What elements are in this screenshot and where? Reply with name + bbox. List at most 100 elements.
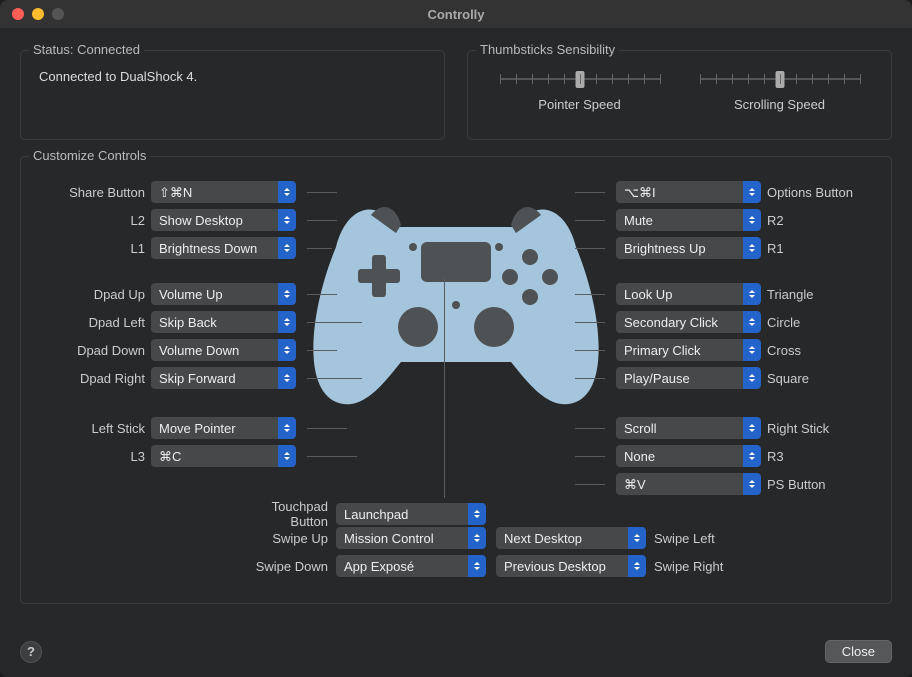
pointer-speed-slider[interactable] (500, 69, 660, 89)
chevron-up-down-icon (278, 181, 296, 203)
left-l3-value: ⌘C (159, 450, 181, 463)
left-dpad-up-dropdown[interactable]: Volume Up (151, 283, 296, 305)
chevron-up-down-icon (278, 311, 296, 333)
chevron-up-down-icon (743, 311, 761, 333)
scrolling-speed-label: Scrolling Speed (734, 97, 825, 112)
right-ps-button-dropdown[interactable]: ⌘V (616, 473, 761, 495)
right-r2-value: Mute (624, 214, 653, 227)
left-l2-dropdown[interactable]: Show Desktop (151, 209, 296, 231)
right-circle-dropdown[interactable]: Secondary Click (616, 311, 761, 333)
left-dpad-right-label: Dpad Right (49, 371, 145, 386)
right-r1-value: Brightness Up (624, 242, 706, 255)
swipe-left-dropdown[interactable]: Next Desktop (496, 527, 646, 549)
chevron-up-down-icon (743, 339, 761, 361)
right-r2-dropdown[interactable]: Mute (616, 209, 761, 231)
left-l1-label: L1 (49, 241, 145, 256)
right-triangle-value: Look Up (624, 288, 672, 301)
touchpad-label: Touchpad Button (232, 499, 328, 529)
chevron-up-down-icon (278, 283, 296, 305)
chevron-up-down-icon (743, 237, 761, 259)
left-dpad-up-label: Dpad Up (49, 287, 145, 302)
chevron-up-down-icon (468, 503, 486, 525)
chevron-up-down-icon (628, 555, 646, 577)
chevron-up-down-icon (468, 527, 486, 549)
status-panel: Status: Connected Connected to DualShock… (20, 50, 445, 140)
status-message: Connected to DualShock 4. (39, 69, 426, 84)
swipe-right-dropdown[interactable]: Previous Desktop (496, 555, 646, 577)
swipe-up-value: Mission Control (344, 532, 434, 545)
chevron-up-down-icon (743, 283, 761, 305)
chevron-up-down-icon (468, 555, 486, 577)
chevron-up-down-icon (628, 527, 646, 549)
left-l1-dropdown[interactable]: Brightness Down (151, 237, 296, 259)
chevron-up-down-icon (278, 417, 296, 439)
swipe-left-label: Swipe Left (654, 531, 750, 546)
swipe-down-dropdown[interactable]: App Exposé (336, 555, 486, 577)
titlebar: Controlly (0, 0, 912, 28)
close-button[interactable]: Close (825, 640, 892, 663)
scrolling-speed-slider[interactable] (700, 69, 860, 89)
right-r3-dropdown[interactable]: None (616, 445, 761, 467)
swipe-down-value: App Exposé (344, 560, 414, 573)
left-dpad-down-dropdown[interactable]: Volume Down (151, 339, 296, 361)
chevron-up-down-icon (743, 473, 761, 495)
touchpad-dropdown[interactable]: Launchpad (336, 503, 486, 525)
chevron-up-down-icon (743, 367, 761, 389)
right-square-dropdown[interactable]: Play/Pause (616, 367, 761, 389)
right-r3-value: None (624, 450, 655, 463)
right-r1-dropdown[interactable]: Brightness Up (616, 237, 761, 259)
right-cross-dropdown[interactable]: Primary Click (616, 339, 761, 361)
right-circle-label: Circle (767, 315, 863, 330)
left-dpad-down-value: Volume Down (159, 344, 239, 357)
right-circle-value: Secondary Click (624, 316, 718, 329)
customize-controls-label: Customize Controls (29, 148, 150, 163)
chevron-up-down-icon (278, 445, 296, 467)
swipe-up-label: Swipe Up (232, 531, 328, 546)
left-dpad-left-value: Skip Back (159, 316, 217, 329)
status-label: Status: Connected (29, 42, 144, 57)
chevron-up-down-icon (743, 209, 761, 231)
left-dpad-down-label: Dpad Down (49, 343, 145, 358)
pointer-speed-label: Pointer Speed (538, 97, 620, 112)
left-l2-label: L2 (49, 213, 145, 228)
left-share-button-label: Share Button (49, 185, 145, 200)
right-triangle-dropdown[interactable]: Look Up (616, 283, 761, 305)
left-l1-value: Brightness Down (159, 242, 257, 255)
left-dpad-right-dropdown[interactable]: Skip Forward (151, 367, 296, 389)
controller-icon (306, 187, 606, 417)
chevron-up-down-icon (743, 181, 761, 203)
swipe-up-dropdown[interactable]: Mission Control (336, 527, 486, 549)
right-ps-button-value: ⌘V (624, 478, 646, 491)
customize-controls-panel: Customize Controls (20, 156, 892, 604)
right-right-stick-dropdown[interactable]: Scroll (616, 417, 761, 439)
left-left-stick-dropdown[interactable]: Move Pointer (151, 417, 296, 439)
left-l3-label: L3 (49, 449, 145, 464)
chevron-up-down-icon (743, 445, 761, 467)
left-share-button-dropdown[interactable]: ⇧⌘N (151, 181, 296, 203)
right-ps-button-label: PS Button (767, 477, 863, 492)
right-square-label: Square (767, 371, 863, 386)
left-l3-dropdown[interactable]: ⌘C (151, 445, 296, 467)
swipe-left-value: Next Desktop (504, 532, 582, 545)
left-dpad-left-dropdown[interactable]: Skip Back (151, 311, 296, 333)
left-dpad-right-value: Skip Forward (159, 372, 236, 385)
sensibility-label: Thumbsticks Sensibility (476, 42, 619, 57)
left-share-button-value: ⇧⌘N (159, 186, 192, 199)
right-r2-label: R2 (767, 213, 863, 228)
right-options-button-value: ⌥⌘I (624, 186, 656, 199)
help-button[interactable]: ? (20, 641, 42, 663)
right-right-stick-value: Scroll (624, 422, 657, 435)
left-dpad-left-label: Dpad Left (49, 315, 145, 330)
window-title: Controlly (0, 7, 912, 22)
swipe-right-label: Swipe Right (654, 559, 750, 574)
chevron-up-down-icon (278, 237, 296, 259)
chevron-up-down-icon (743, 417, 761, 439)
right-cross-value: Primary Click (624, 344, 701, 357)
right-triangle-label: Triangle (767, 287, 863, 302)
right-r1-label: R1 (767, 241, 863, 256)
chevron-up-down-icon (278, 367, 296, 389)
right-options-button-dropdown[interactable]: ⌥⌘I (616, 181, 761, 203)
chevron-up-down-icon (278, 339, 296, 361)
right-options-button-label: Options Button (767, 185, 863, 200)
left-dpad-up-value: Volume Up (159, 288, 223, 301)
